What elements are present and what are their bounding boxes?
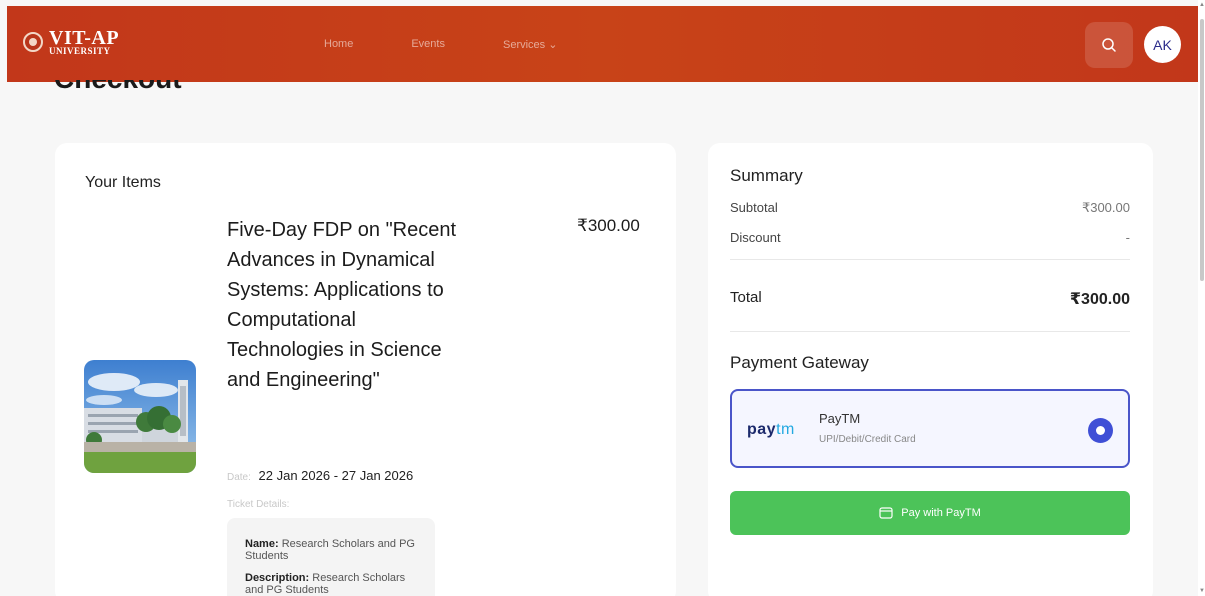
gateway-radio-selected[interactable]: [1088, 418, 1113, 443]
site-logo[interactable]: VIT-AP UNIVERSITY: [23, 28, 119, 56]
item-date: 22 Jan 2026 - 27 Jan 2026: [258, 468, 414, 483]
logo-text: VIT-AP UNIVERSITY: [49, 28, 119, 56]
ticket-desc-line: Description: Research Scholars and PG St…: [245, 572, 417, 596]
item-date-label: Date:: [227, 472, 251, 483]
scroll-up-icon[interactable]: ▲: [1199, 2, 1205, 8]
summary-title: Summary: [730, 166, 803, 185]
page: VIT-AP UNIVERSITY Home Events Services ⌄…: [0, 0, 1198, 596]
campus-image: [84, 360, 196, 473]
scrollbar[interactable]: ▲ ▼: [1198, 0, 1205, 596]
subtotal-label: Subtotal: [730, 200, 778, 215]
logo-sub: UNIVERSITY: [49, 46, 111, 56]
logo-main: VIT-AP: [49, 27, 120, 49]
total-label: Total: [730, 289, 762, 306]
items-card: Your Items Five-Day FDP on "Recent Advan…: [55, 143, 676, 596]
pay-with-paytm-button[interactable]: Pay with PayTM: [730, 491, 1130, 535]
item-price: ₹300.00: [577, 216, 640, 235]
scroll-down-icon[interactable]: ▼: [1199, 588, 1205, 594]
search-icon: [1102, 38, 1116, 52]
navbar: VIT-AP UNIVERSITY Home Events Services ⌄…: [7, 6, 1198, 82]
nav-home[interactable]: Home: [324, 38, 353, 51]
gateway-subtitle: UPI/Debit/Credit Card: [819, 434, 916, 445]
subtotal-row: Subtotal ₹300.00: [730, 200, 1130, 216]
paytm-logo: paytm: [747, 421, 795, 439]
discount-value: -: [1125, 230, 1130, 245]
total-value: ₹300.00: [1069, 291, 1130, 308]
payment-gateway-title: Payment Gateway: [730, 353, 869, 372]
items-heading: Your Items: [85, 174, 161, 191]
gateway-name: PayTM: [819, 411, 861, 426]
item-thumbnail: [84, 360, 196, 473]
ticket-details-label: Ticket Details:: [227, 499, 290, 510]
discount-row: Discount -: [730, 230, 1130, 245]
summary-divider: [730, 259, 1130, 260]
paytm-gateway-option[interactable]: paytm PayTM UPI/Debit/Credit Card: [730, 389, 1130, 468]
paytm-logo-pay: pay: [747, 421, 777, 438]
search-button[interactable]: [1085, 22, 1133, 68]
item-title: Five-Day FDP on "Recent Advances in Dyna…: [227, 219, 457, 391]
discount-label: Discount: [730, 230, 781, 245]
item-date-row: Date: 22 Jan 2026 - 27 Jan 2026: [227, 468, 413, 483]
card-icon: [879, 507, 893, 519]
user-avatar[interactable]: AK: [1144, 26, 1181, 63]
nav-links: Home Events Services ⌄: [324, 38, 557, 51]
total-divider: [730, 331, 1130, 332]
total-row: Total ₹300.00: [730, 289, 1130, 309]
ticket-desc-label: Description:: [245, 572, 310, 584]
ticket-name-label: Name:: [245, 538, 279, 550]
summary-card: Summary Subtotal ₹300.00 Discount - Tota…: [708, 143, 1153, 596]
ticket-name-line: Name: Research Scholars and PG Students: [245, 538, 417, 562]
ticket-details-box: Name: Research Scholars and PG Students …: [227, 518, 435, 596]
scroll-thumb[interactable]: [1200, 19, 1204, 281]
subtotal-value: ₹300.00: [1081, 200, 1130, 215]
paytm-logo-tm: tm: [776, 421, 795, 438]
nav-services[interactable]: Services ⌄: [503, 38, 557, 51]
university-seal-icon: [23, 32, 43, 52]
pay-button-label: Pay with PayTM: [901, 507, 981, 519]
nav-events[interactable]: Events: [411, 38, 445, 51]
